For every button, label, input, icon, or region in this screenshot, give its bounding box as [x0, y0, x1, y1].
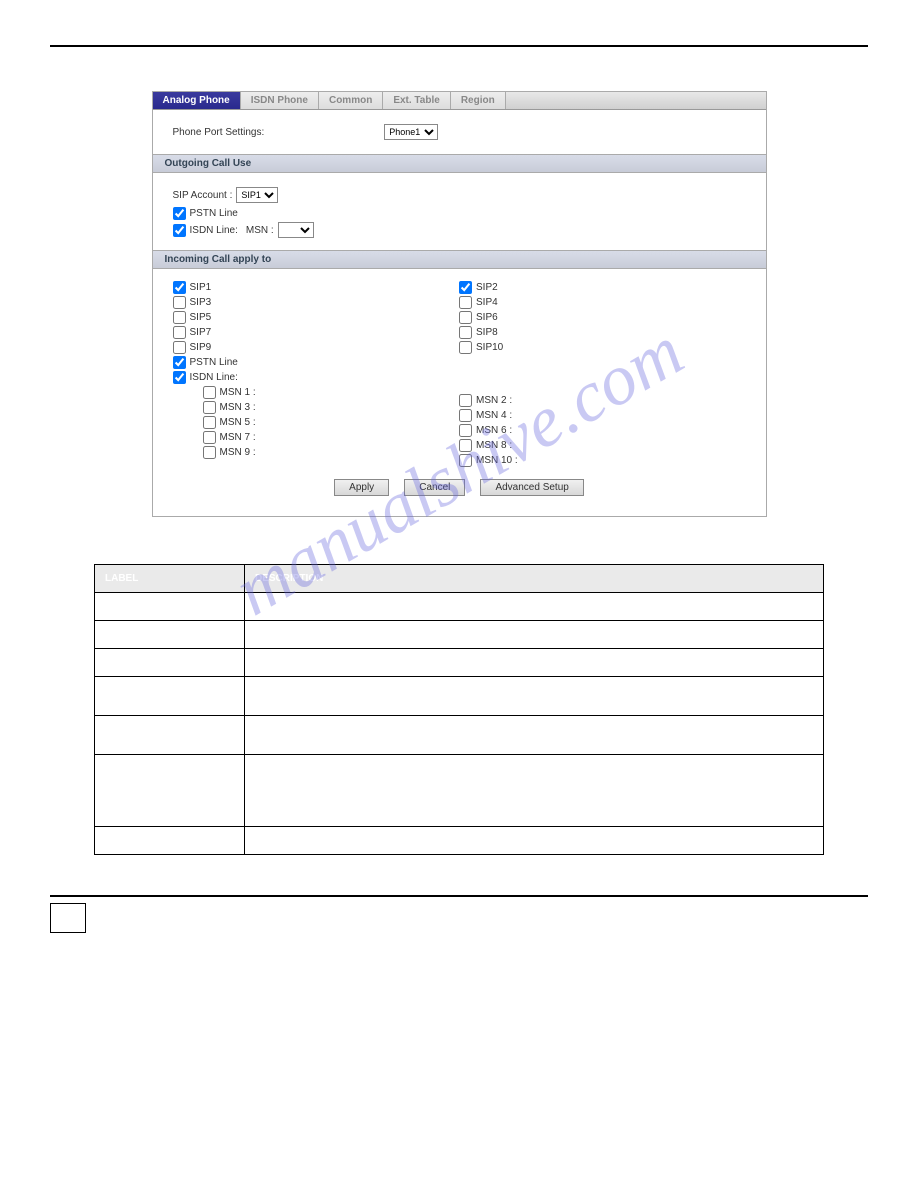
- page-footer: 156 P-2602HWNLI User's Guide: [50, 895, 868, 912]
- pstn-label: PSTN Line: [190, 208, 238, 219]
- page-number: 156: [50, 903, 86, 933]
- msn5-label: MSN 5 :: [220, 417, 256, 428]
- phone-port-label: Phone Port Settings:: [173, 127, 265, 138]
- tab-region[interactable]: Region: [451, 92, 506, 109]
- isdn2-checkbox[interactable]: [173, 371, 186, 384]
- msn9-label: MSN 9 :: [220, 447, 256, 458]
- table-row: MSNMultiple Subscriber Numbers are the e…: [95, 755, 824, 827]
- msn9-checkbox[interactable]: [203, 446, 216, 459]
- th-description: DESCRIPTION: [245, 565, 824, 593]
- pstn2-checkbox[interactable]: [173, 356, 186, 369]
- sip9-checkbox[interactable]: [173, 341, 186, 354]
- sip8-label: SIP8: [476, 327, 498, 338]
- msn2-label: MSN 2 :: [476, 395, 512, 406]
- sip6-checkbox[interactable]: [459, 311, 472, 324]
- table-caption: Table 49 VoIP > Phone > Analog Phone: [100, 547, 868, 558]
- sip10-label: SIP10: [476, 342, 503, 353]
- msn4-label: MSN 4 :: [476, 410, 512, 421]
- msn10-label: MSN 10 :: [476, 455, 518, 466]
- page-header: Chapter 8 VoIP Trunking: [50, 30, 868, 47]
- section-outgoing: Outgoing Call Use: [153, 154, 766, 173]
- phone-port-select[interactable]: Phone1: [384, 124, 438, 140]
- sip2-checkbox[interactable]: [459, 281, 472, 294]
- msn4-checkbox[interactable]: [459, 409, 472, 422]
- sip5-label: SIP5: [190, 312, 212, 323]
- tab-analog-phone[interactable]: Analog Phone: [153, 92, 241, 109]
- sip-account-select[interactable]: SIP1: [236, 187, 278, 203]
- msn1-checkbox[interactable]: [203, 386, 216, 399]
- msn6-label: MSN 6 :: [476, 425, 512, 436]
- table-header-row: LABEL DESCRIPTION: [95, 565, 824, 593]
- tab-ext-table[interactable]: Ext. Table: [383, 92, 451, 109]
- sip7-label: SIP7: [190, 327, 212, 338]
- msn-select[interactable]: [278, 222, 314, 238]
- msn6-checkbox[interactable]: [459, 424, 472, 437]
- sip4-checkbox[interactable]: [459, 296, 472, 309]
- tab-bar: Analog Phone ISDN Phone Common Ext. Tabl…: [153, 92, 766, 110]
- msn8-label: MSN 8 :: [476, 440, 512, 451]
- table-row: Incoming Call apply to: [95, 827, 824, 855]
- apply-button[interactable]: Apply: [334, 479, 389, 496]
- sip7-checkbox[interactable]: [173, 326, 186, 339]
- advanced-button[interactable]: Advanced Setup: [480, 479, 583, 496]
- table-row: Outgoing Call Use: [95, 621, 824, 649]
- msn5-checkbox[interactable]: [203, 416, 216, 429]
- sip3-label: SIP3: [190, 297, 212, 308]
- footer-title: P-2602HWNLI User's Guide: [100, 901, 868, 912]
- msn10-checkbox[interactable]: [459, 454, 472, 467]
- sip8-checkbox[interactable]: [459, 326, 472, 339]
- sip9-label: SIP9: [190, 342, 212, 353]
- table-row: SIP AccountSelect the SIP account you wa…: [95, 649, 824, 677]
- tab-isdn-phone[interactable]: ISDN Phone: [241, 92, 319, 109]
- sip1-checkbox[interactable]: [173, 281, 186, 294]
- table-row: PSTN LineSelect this if you want to use …: [95, 677, 824, 716]
- sip4-label: SIP4: [476, 297, 498, 308]
- msn3-checkbox[interactable]: [203, 401, 216, 414]
- ui-panel: Analog Phone ISDN Phone Common Ext. Tabl…: [152, 91, 767, 517]
- chapter-title: Chapter 8 VoIP Trunking: [50, 30, 868, 41]
- isdn2-label: ISDN Line:: [190, 372, 238, 383]
- sip-account-label: SIP Account :: [173, 190, 233, 201]
- tab-common[interactable]: Common: [319, 92, 383, 109]
- msn7-label: MSN 7 :: [220, 432, 256, 443]
- msn2-checkbox[interactable]: [459, 394, 472, 407]
- table-row: ISDN Line(P-2602HWNLI only) Select this …: [95, 716, 824, 755]
- pstn2-label: PSTN Line: [190, 357, 238, 368]
- sip2-label: SIP2: [476, 282, 498, 293]
- cancel-button[interactable]: Cancel: [404, 479, 465, 496]
- msn8-checkbox[interactable]: [459, 439, 472, 452]
- pstn-checkbox[interactable]: [173, 207, 186, 220]
- sip6-label: SIP6: [476, 312, 498, 323]
- sip5-checkbox[interactable]: [173, 311, 186, 324]
- msn-label: MSN :: [246, 225, 274, 236]
- sip3-checkbox[interactable]: [173, 296, 186, 309]
- msn3-label: MSN 3 :: [220, 402, 256, 413]
- table-row: Phone Port SettingsSelect the phone port…: [95, 593, 824, 621]
- isdn-label: ISDN Line:: [190, 225, 238, 236]
- th-label: LABEL: [95, 565, 245, 593]
- figure-caption: Figure 75 VoIP > Phone > Analog Phone (P…: [140, 67, 868, 79]
- sip1-label: SIP1: [190, 282, 212, 293]
- description-table: LABEL DESCRIPTION Phone Port SettingsSel…: [94, 564, 824, 855]
- msn1-label: MSN 1 :: [220, 387, 256, 398]
- sip10-checkbox[interactable]: [459, 341, 472, 354]
- msn7-checkbox[interactable]: [203, 431, 216, 444]
- section-incoming: Incoming Call apply to: [153, 250, 766, 269]
- isdn-checkbox[interactable]: [173, 224, 186, 237]
